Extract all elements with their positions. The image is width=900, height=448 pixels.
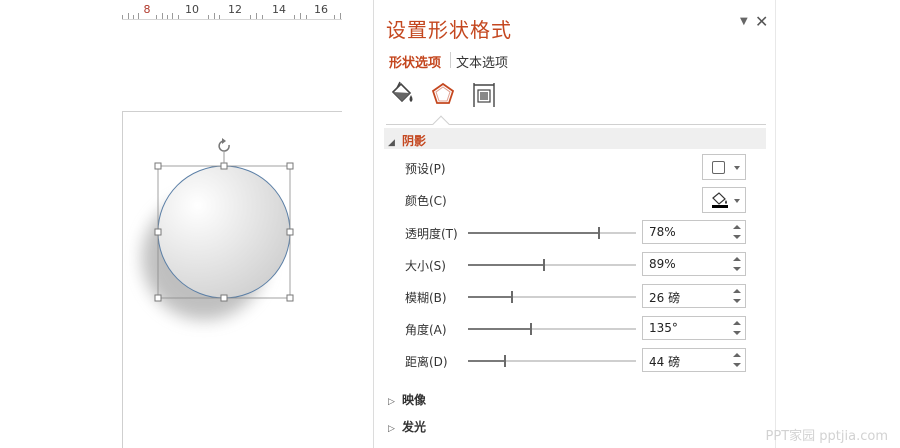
angle-value[interactable]: 135° <box>649 321 678 335</box>
glow-section-header[interactable]: ▷ 发光 <box>388 418 426 435</box>
tab-text-options[interactable]: 文本选项 <box>456 52 508 71</box>
distance-label: 距离(D) <box>405 355 448 369</box>
slider-thumb[interactable] <box>598 227 600 239</box>
blur-label: 模糊(B) <box>405 291 447 305</box>
distance-slider[interactable] <box>468 355 636 367</box>
size-spinner[interactable]: 89% <box>642 252 746 276</box>
distance-spinner[interactable]: 44 磅 <box>642 348 746 372</box>
shadow-section-title: 阴影 <box>402 134 427 148</box>
format-shape-pane: 设置形状格式 ▼ ✕ 形状选项 文本选项 ◢ 阴影 预设(P) 颜色(C) 透明… <box>373 0 776 448</box>
size-slider[interactable] <box>468 259 636 271</box>
spin-up-icon[interactable] <box>733 321 741 325</box>
transparency-label: 透明度(T) <box>405 227 458 241</box>
spin-up-icon[interactable] <box>733 257 741 261</box>
shadow-section-header[interactable]: ◢ 阴影 <box>388 132 426 149</box>
slide-canvas[interactable]: 8 10 12 14 16 <box>0 0 372 448</box>
size-value[interactable]: 89% <box>649 257 676 271</box>
collapsed-triangle-icon: ▷ <box>388 397 395 407</box>
angle-label: 角度(A) <box>405 323 447 337</box>
transparency-value[interactable]: 78% <box>649 225 676 239</box>
distance-value[interactable]: 44 磅 <box>649 353 680 370</box>
spin-down-icon[interactable] <box>733 235 741 239</box>
slider-fill <box>468 264 544 266</box>
size-label: 大小(S) <box>405 259 446 273</box>
slider-fill <box>468 296 512 298</box>
fill-line-icon[interactable] <box>388 80 416 110</box>
resize-handle[interactable] <box>154 228 162 236</box>
resize-handle[interactable] <box>286 294 294 302</box>
color-dropdown[interactable] <box>702 187 746 213</box>
slider-fill <box>468 360 505 362</box>
spin-up-icon[interactable] <box>733 289 741 293</box>
reflection-section-header[interactable]: ▷ 映像 <box>388 391 426 408</box>
background-area <box>777 0 900 448</box>
shape-layer <box>142 138 294 320</box>
transparency-spinner[interactable]: 78% <box>642 220 746 244</box>
pane-title: 设置形状格式 <box>386 18 512 42</box>
glow-section-title: 发光 <box>402 420 427 434</box>
preset-label: 预设(P) <box>405 162 446 176</box>
reflection-section-title: 映像 <box>402 393 427 407</box>
slider-thumb[interactable] <box>511 291 513 303</box>
angle-spinner[interactable]: 135° <box>642 316 746 340</box>
spin-down-icon[interactable] <box>733 331 741 335</box>
shadow-section-header-bg <box>384 128 766 149</box>
spin-down-icon[interactable] <box>733 299 741 303</box>
preset-shape-icon <box>712 161 725 174</box>
angle-slider[interactable] <box>468 323 636 335</box>
paint-bucket-icon <box>712 192 728 208</box>
transparency-slider[interactable] <box>468 227 636 239</box>
resize-handle[interactable] <box>154 162 162 170</box>
caret-down-icon[interactable]: ▼ <box>740 16 748 27</box>
spin-up-icon[interactable] <box>733 225 741 229</box>
slider-thumb[interactable] <box>543 259 545 271</box>
resize-handle[interactable] <box>286 162 294 170</box>
size-properties-icon[interactable] <box>470 80 498 110</box>
resize-handle[interactable] <box>220 162 228 170</box>
slider-fill <box>468 232 599 234</box>
resize-handle[interactable] <box>154 294 162 302</box>
slider-thumb[interactable] <box>504 355 506 367</box>
rotate-handle-icon[interactable] <box>218 138 230 163</box>
watermark-text: PPT家园 pptjia.com <box>765 429 888 444</box>
tab-shape-options[interactable]: 形状选项 <box>389 52 441 71</box>
blur-value[interactable]: 26 磅 <box>649 289 680 306</box>
spin-up-icon[interactable] <box>733 353 741 357</box>
color-label: 颜色(C) <box>405 194 447 208</box>
tab-divider <box>450 52 451 68</box>
spin-down-icon[interactable] <box>733 363 741 367</box>
close-button[interactable]: ✕ <box>755 12 768 31</box>
preset-dropdown[interactable] <box>702 154 746 180</box>
effects-icon[interactable] <box>429 80 457 110</box>
slider-thumb[interactable] <box>530 323 532 335</box>
resize-handle[interactable] <box>220 294 228 302</box>
resize-handle[interactable] <box>286 228 294 236</box>
spin-down-icon[interactable] <box>733 267 741 271</box>
slider-fill <box>468 328 531 330</box>
blur-slider[interactable] <box>468 291 636 303</box>
blur-spinner[interactable]: 26 磅 <box>642 284 746 308</box>
chevron-down-icon <box>734 166 740 170</box>
circle-shape[interactable] <box>157 165 291 299</box>
chevron-down-icon <box>734 199 740 203</box>
expand-triangle-icon: ◢ <box>388 138 395 148</box>
collapsed-triangle-icon: ▷ <box>388 424 395 434</box>
